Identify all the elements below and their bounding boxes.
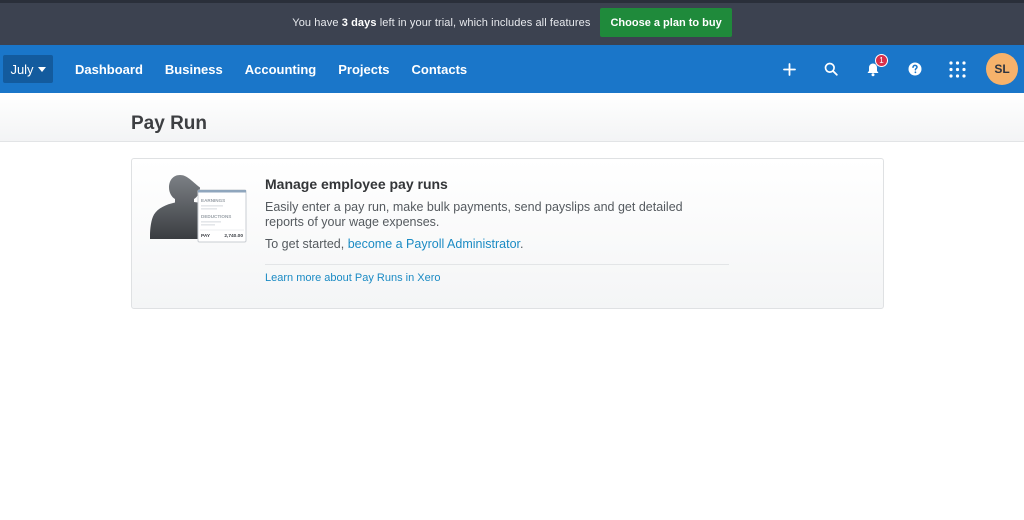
top-edge bbox=[0, 0, 1024, 3]
notifications-button[interactable]: 1 bbox=[852, 45, 894, 93]
search-icon bbox=[824, 62, 838, 76]
pay-amount: 2,740.00 bbox=[224, 233, 243, 239]
apps-button[interactable] bbox=[936, 45, 978, 93]
trial-message: You have 3 days left in your trial, whic… bbox=[292, 16, 591, 29]
nav-projects[interactable]: Projects bbox=[338, 62, 389, 77]
trial-banner: You have 3 days left in your trial, whic… bbox=[0, 0, 1024, 45]
pay-label: PAY bbox=[201, 233, 211, 239]
help-button[interactable] bbox=[894, 45, 936, 93]
payslip-illustration: EARNINGS DEDUCTIONS PAY 2,740.00 bbox=[150, 175, 247, 243]
top-navigation: July Dashboard Business Accounting Proje… bbox=[0, 45, 1024, 93]
get-started-text: To get started, become a Payroll Adminis… bbox=[265, 237, 524, 251]
nav-actions: 1 SL bbox=[768, 45, 1024, 93]
page-title: Pay Run bbox=[131, 113, 208, 134]
divider bbox=[265, 264, 729, 265]
learn-more-link[interactable]: Learn more about Pay Runs in Xero bbox=[265, 272, 441, 284]
choose-plan-button[interactable]: Choose a plan to buy bbox=[600, 8, 732, 37]
notification-badge: 1 bbox=[875, 54, 888, 67]
search-button[interactable] bbox=[810, 45, 852, 93]
nav-accounting[interactable]: Accounting bbox=[245, 62, 317, 77]
deductions-label: DEDUCTIONS bbox=[201, 214, 231, 219]
card-heading: Manage employee pay runs bbox=[265, 176, 448, 192]
nav-contacts[interactable]: Contacts bbox=[412, 62, 468, 77]
chevron-down-icon bbox=[37, 66, 46, 72]
plus-icon bbox=[782, 62, 796, 76]
user-avatar[interactable]: SL bbox=[986, 53, 1018, 85]
help-icon bbox=[908, 62, 922, 76]
become-payroll-admin-link[interactable]: become a Payroll Administrator bbox=[348, 237, 520, 251]
pay-run-empty-state-card: EARNINGS DEDUCTIONS PAY 2,740.00 Manage … bbox=[131, 158, 884, 309]
app-grid-icon bbox=[948, 60, 966, 78]
page-header: Pay Run bbox=[0, 93, 1024, 142]
organisation-name: July bbox=[10, 61, 34, 77]
earnings-label: EARNINGS bbox=[201, 198, 225, 203]
add-button[interactable] bbox=[768, 45, 810, 93]
card-description: Easily enter a pay run, make bulk paymen… bbox=[265, 200, 683, 229]
trial-days: 3 days bbox=[341, 16, 377, 29]
organisation-menu-button[interactable]: July bbox=[3, 55, 53, 83]
nav-dashboard[interactable]: Dashboard bbox=[75, 62, 143, 77]
nav-business[interactable]: Business bbox=[165, 62, 223, 77]
person-silhouette bbox=[150, 175, 202, 239]
